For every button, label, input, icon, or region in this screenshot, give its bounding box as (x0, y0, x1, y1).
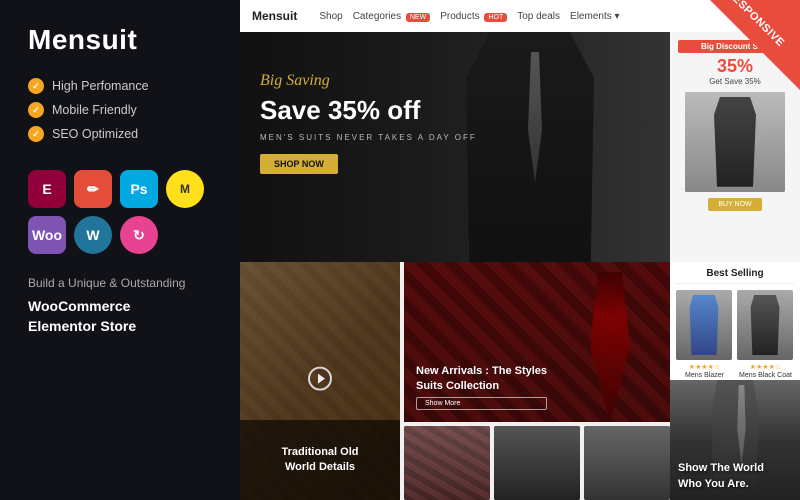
save-label: Get Save 35% (709, 77, 761, 86)
check-icon-3: ✓ (28, 126, 44, 142)
wordpress-icon: W (74, 216, 112, 254)
pencil-icon: ✏ (74, 170, 112, 208)
nav-shop[interactable]: Shop (319, 11, 342, 22)
feature-label-2: Mobile Friendly (52, 103, 137, 117)
traditional-overlay: Traditional OldWorld Details (240, 420, 400, 500)
hero-title: Save 35% off (260, 96, 477, 125)
hero-subtitle: Big Saving (260, 72, 477, 90)
new-arrivals-card: New Arrivals : The StylesSuits Collectio… (404, 262, 670, 500)
hero-description: MEN'S SUITS NEVER TAKES A DAY OFF (260, 133, 477, 142)
play-button[interactable] (308, 367, 332, 391)
brand-title: Mensuit (28, 24, 212, 56)
traditional-card: Traditional OldWorld Details (240, 262, 400, 500)
new-arrivals-bottom (404, 426, 670, 500)
feature-label-3: SEO Optimized (52, 127, 138, 141)
build-text: Build a Unique & Outstanding WooCommerce… (28, 274, 212, 336)
elementor-icon: E (28, 170, 66, 208)
hero-content: Big Saving Save 35% off MEN'S SUITS NEVE… (260, 72, 477, 174)
hero-section: Big Saving Save 35% off MEN'S SUITS NEVE… (240, 32, 670, 262)
feature-item-2: ✓ Mobile Friendly (28, 102, 212, 118)
left-panel: Mensuit ✓ High Perfomance ✓ Mobile Frien… (0, 0, 240, 500)
check-icon-2: ✓ (28, 102, 44, 118)
play-triangle-icon (318, 374, 325, 384)
plugin-icons: E ✏ Ps M Woo W ↻ (28, 170, 212, 254)
check-icon-1: ✓ (28, 78, 44, 94)
feature-item-1: ✓ High Perfomance (28, 78, 212, 94)
nav-top-deals[interactable]: Top deals (517, 11, 560, 22)
show-world-card: Show The World Who You Are. (670, 380, 800, 500)
thumb-1 (404, 426, 490, 500)
traditional-title: Traditional OldWorld Details (281, 445, 358, 476)
new-arrivals-top: New Arrivals : The StylesSuits Collectio… (404, 262, 670, 422)
show-world-text: Show The World Who You Are. (678, 461, 764, 492)
feature-list: ✓ High Perfomance ✓ Mobile Friendly ✓ SE… (28, 78, 212, 150)
main-content: Responsive Mensuit Shop Categories NEW P… (240, 0, 800, 500)
bs-suit-img-1 (686, 295, 722, 355)
bs-stars-2: ★★★★☆ (737, 363, 794, 371)
shop-now-button[interactable]: Shop Now (260, 154, 338, 174)
woocommerce-icon: Woo (28, 216, 66, 254)
best-selling-title: Best Selling (676, 268, 794, 284)
buy-now-button[interactable]: Buy Now (708, 198, 761, 211)
show-more-button[interactable]: Show More (416, 397, 547, 410)
bs-stars-1: ★★★★☆ (676, 363, 733, 371)
feature-item-3: ✓ SEO Optimized (28, 126, 212, 142)
sync-icon: ↻ (120, 216, 158, 254)
nav-elements[interactable]: Elements ▾ (570, 11, 619, 22)
feature-label-1: High Perfomance (52, 79, 149, 93)
new-arrivals-title: New Arrivals : The StylesSuits Collectio… (416, 364, 547, 393)
new-arrivals-label: New Arrivals : The StylesSuits Collectio… (416, 364, 547, 410)
save-percentage: 35% (717, 57, 753, 77)
nav-menu: Shop Categories NEW Products HOT Top dea… (319, 11, 619, 22)
nav-categories[interactable]: Categories NEW (353, 11, 430, 22)
thumb-3 (584, 426, 670, 500)
product-image-top (685, 92, 785, 192)
photoshop-icon: Ps (120, 170, 158, 208)
mailchimp-icon: M (166, 170, 204, 208)
middle-row: Traditional OldWorld Details New Arrival… (240, 262, 670, 500)
nav-logo: Mensuit (252, 9, 297, 23)
nav-products[interactable]: Products HOT (440, 11, 507, 22)
bs-suit-img-2 (747, 295, 783, 355)
bs-product-image-2 (737, 290, 793, 360)
store-label: WooCommerceElementor Store (28, 297, 212, 336)
bs-product-image-1 (676, 290, 732, 360)
thumb-2 (494, 426, 580, 500)
